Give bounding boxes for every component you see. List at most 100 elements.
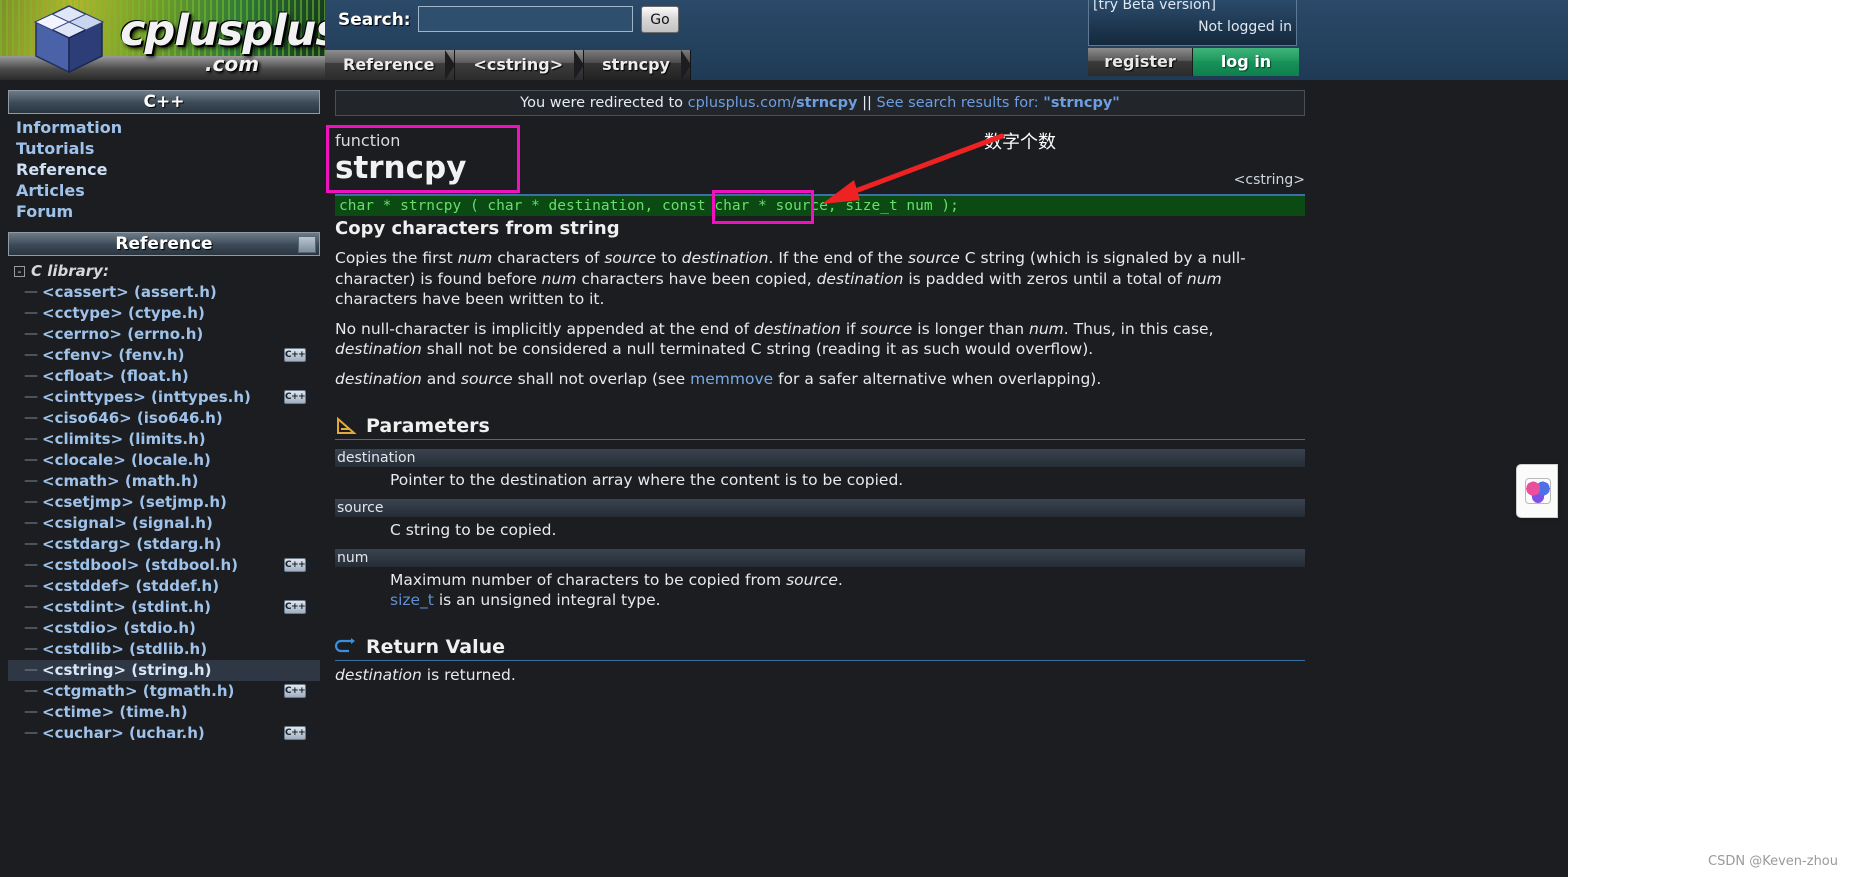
- tree-item-link[interactable]: <cstdint> (stdint.h): [42, 598, 211, 616]
- search-input[interactable]: [418, 6, 633, 32]
- tree-item-link[interactable]: <cstddef> (stddef.h): [42, 577, 219, 595]
- tree-branch-dash-icon: —: [24, 452, 38, 468]
- tree-item-link[interactable]: <csignal> (signal.h): [42, 514, 213, 532]
- sidebar-title-cpp: C++: [8, 90, 320, 114]
- tree-item-link[interactable]: <cfloat> (float.h): [42, 367, 189, 385]
- function-kind-label: function: [335, 131, 401, 150]
- tree-item-link[interactable]: <ctgmath> (tgmath.h): [42, 682, 234, 700]
- tree-branch-dash-icon: —: [24, 284, 38, 300]
- tree-item[interactable]: — <cfenv> (fenv.h) C++11: [8, 345, 320, 366]
- sidebar-title-cpp-label: C++: [143, 92, 185, 112]
- tree-item[interactable]: — <clocale> (locale.h): [8, 450, 320, 471]
- redirect-link-plain: cplusplus.com/: [687, 95, 797, 111]
- tree-item-link[interactable]: <climits> (limits.h): [42, 430, 206, 448]
- login-status-text: Not logged in: [1198, 19, 1292, 35]
- tree-item[interactable]: — <climits> (limits.h): [8, 429, 320, 450]
- tree-item[interactable]: — <csignal> (signal.h): [8, 513, 320, 534]
- logo-wordmark: cplusplus: [120, 6, 325, 56]
- tree-branch-dash-icon: —: [24, 683, 38, 699]
- tree-item[interactable]: — <cctype> (ctype.h): [8, 303, 320, 324]
- tree-item[interactable]: — <cmath> (math.h): [8, 471, 320, 492]
- tree-item[interactable]: — <cerrno> (errno.h): [8, 324, 320, 345]
- tree-item[interactable]: — <cfloat> (float.h): [8, 366, 320, 387]
- auth-buttons: register log in: [1088, 48, 1299, 76]
- beta-version-link[interactable]: [try Beta version]: [1093, 0, 1216, 13]
- sidebar-item-tutorials[interactable]: Tutorials: [16, 138, 320, 159]
- rss-icon[interactable]: [298, 236, 316, 253]
- page-title: strncpy: [335, 150, 467, 186]
- tree-branch-dash-icon: —: [24, 725, 38, 741]
- tree-item[interactable]: — <cstdbool> (stdbool.h) C++11: [8, 555, 320, 576]
- sidebar-item-articles[interactable]: Articles: [16, 180, 320, 201]
- site-logo[interactable]: cplusplus .com: [0, 0, 325, 80]
- param-desc-num: Maximum number of characters to be copie…: [390, 571, 843, 609]
- size-t-link[interactable]: size_t: [390, 591, 434, 609]
- breadcrumb-item-cstring[interactable]: <cstring>: [455, 50, 585, 80]
- tree-item[interactable]: — <cstdio> (stdio.h): [8, 618, 320, 639]
- tree-item-link[interactable]: <cctype> (ctype.h): [42, 304, 205, 322]
- floating-widget[interactable]: [1516, 464, 1558, 518]
- tree-item-link[interactable]: <ciso646> (iso646.h): [42, 409, 223, 427]
- redirect-notice: You were redirected to cplusplus.com/str…: [335, 90, 1305, 116]
- sidebar-item-reference[interactable]: Reference: [16, 159, 320, 180]
- tree-item[interactable]: — <ctime> (time.h): [8, 702, 320, 723]
- sidebar-item-information[interactable]: Information: [16, 117, 320, 138]
- tree-item-link[interactable]: <cuchar> (uchar.h): [42, 724, 205, 742]
- tree-item-link[interactable]: <cstdbool> (stdbool.h): [42, 556, 238, 574]
- tree-branch-dash-icon: —: [24, 641, 38, 657]
- breadcrumb-item-reference[interactable]: Reference: [325, 50, 456, 80]
- param-name-num: num: [335, 549, 1305, 567]
- tree-item-link[interactable]: <cstdio> (stdio.h): [42, 619, 196, 637]
- cpp11-badge: C++11: [284, 558, 317, 572]
- memmove-link[interactable]: memmove: [690, 370, 773, 388]
- register-button[interactable]: register: [1088, 48, 1193, 76]
- brain-icon: [1525, 478, 1551, 504]
- redirect-link[interactable]: cplusplus.com/strncpy: [688, 95, 858, 111]
- tree-item[interactable]: — <cuchar> (uchar.h) C++11: [8, 723, 320, 744]
- tree-branch-dash-icon: —: [24, 326, 38, 342]
- tree-branch-dash-icon: —: [24, 515, 38, 531]
- tree-item-link[interactable]: <cinttypes> (inttypes.h): [42, 388, 251, 406]
- tree-item-link[interactable]: <cmath> (math.h): [42, 472, 199, 490]
- tree-collapse-icon[interactable]: -: [14, 266, 25, 277]
- search-go-button[interactable]: Go: [641, 6, 679, 33]
- login-button[interactable]: log in: [1193, 48, 1299, 76]
- param-desc-destination: Pointer to the destination array where t…: [390, 471, 904, 489]
- sidebar-item-forum[interactable]: Forum: [16, 201, 320, 222]
- page-root: cplusplus .com Search: Go Reference <cst…: [0, 0, 1568, 877]
- tree-item[interactable]: — <ciso646> (iso646.h): [8, 408, 320, 429]
- breadcrumb-item-strncpy[interactable]: strncpy: [584, 50, 691, 80]
- tree-item[interactable]: — <cstddef> (stddef.h): [8, 576, 320, 597]
- tree-item-link[interactable]: <cfenv> (fenv.h): [42, 346, 184, 364]
- tree-item[interactable]: — <cstdarg> (stdarg.h): [8, 534, 320, 555]
- tree-item-link[interactable]: <csetjmp> (setjmp.h): [42, 493, 227, 511]
- tree-item-link[interactable]: <cassert> (assert.h): [42, 283, 217, 301]
- search-results-link[interactable]: See search results for: "strncpy": [876, 95, 1119, 111]
- function-header: function strncpy <cstring>: [335, 132, 1305, 194]
- tree-item[interactable]: — <ctgmath> (tgmath.h) C++11: [8, 681, 320, 702]
- tree-item[interactable]: — <cstring> (string.h): [8, 660, 320, 681]
- tree-item[interactable]: — <cassert> (assert.h): [8, 282, 320, 303]
- tree-item[interactable]: — <csetjmp> (setjmp.h): [8, 492, 320, 513]
- tree-item-link[interactable]: <clocale> (locale.h): [42, 451, 211, 469]
- tree-item-link[interactable]: <ctime> (time.h): [42, 703, 188, 721]
- parameters-heading: Parameters: [335, 415, 1305, 440]
- tree-item[interactable]: — <cstdlib> (stdlib.h): [8, 639, 320, 660]
- tree-item-link[interactable]: <cstdarg> (stdarg.h): [42, 535, 222, 553]
- tree-item-link[interactable]: <cerrno> (errno.h): [42, 325, 203, 343]
- tree-item[interactable]: — <cstdint> (stdint.h) C++11: [8, 597, 320, 618]
- tree-branch-dash-icon: —: [24, 704, 38, 720]
- tree-root-c-library[interactable]: -C library:: [8, 260, 320, 282]
- tree-branch-dash-icon: —: [24, 410, 38, 426]
- param-name-source: source: [335, 499, 1305, 517]
- annotation-chinese-note: 数字个数: [984, 132, 1056, 153]
- cpp11-badge: C++11: [284, 726, 317, 740]
- header-file-label: <cstring>: [1233, 172, 1305, 188]
- tree-item-link[interactable]: <cstring> (string.h): [42, 661, 211, 679]
- redirect-link-bold: strncpy: [796, 95, 858, 111]
- tree-branch-dash-icon: —: [24, 305, 38, 321]
- return-arrow-icon: [335, 638, 355, 653]
- tree-item[interactable]: — <cinttypes> (inttypes.h) C++11: [8, 387, 320, 408]
- param-name-destination: destination: [335, 449, 1305, 467]
- tree-item-link[interactable]: <cstdlib> (stdlib.h): [42, 640, 207, 658]
